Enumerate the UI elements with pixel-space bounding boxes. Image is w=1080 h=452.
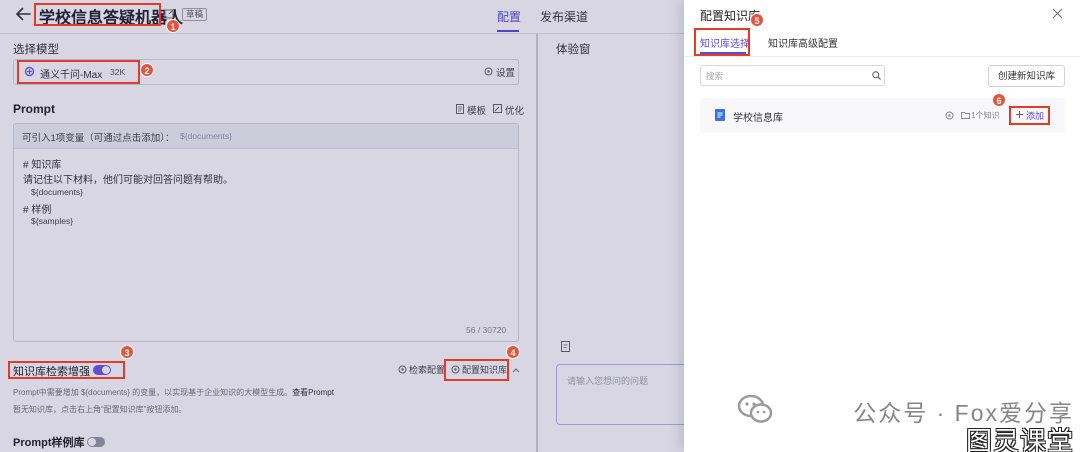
create-kb-button[interactable]: 创建新知识库: [988, 65, 1065, 87]
annotation-marker-1: 1: [166, 19, 180, 33]
kb-search-placeholder: 搜索: [706, 71, 724, 81]
modal-mask[interactable]: [0, 0, 684, 452]
kb-item-name: 学校信息库: [733, 113, 783, 124]
tab-kb-select-underline: [700, 52, 746, 54]
annotation-marker-3: 3: [120, 345, 134, 359]
gear-icon[interactable]: [945, 111, 954, 120]
drawer-close-button[interactable]: [1052, 8, 1063, 19]
kb-add-button[interactable]: 添加: [1015, 108, 1048, 122]
kb-item-count: 1个知识: [971, 111, 1000, 120]
drawer-tabs-divider: [684, 56, 1080, 57]
document-icon: [715, 109, 725, 121]
close-icon: [1052, 8, 1063, 19]
kb-add-label: 添加: [1026, 111, 1045, 121]
tab-kb-advanced[interactable]: 知识库高级配置: [768, 35, 838, 50]
annotation-marker-5: 5: [750, 13, 764, 27]
create-kb-label: 创建新知识库: [997, 71, 1055, 82]
search-icon[interactable]: [872, 71, 881, 80]
annotation-marker-2: 2: [140, 63, 154, 77]
annotation-marker-6: 6: [992, 93, 1006, 107]
folder-icon: [961, 112, 970, 119]
watermark-stamp: 图灵课堂: [965, 426, 1074, 452]
tab-kb-select[interactable]: 知识库选择: [700, 35, 750, 50]
kb-search-input[interactable]: [700, 65, 885, 86]
annotation-marker-4: 4: [506, 345, 520, 359]
plus-icon: [1016, 111, 1023, 118]
wechat-icon: [737, 394, 773, 423]
